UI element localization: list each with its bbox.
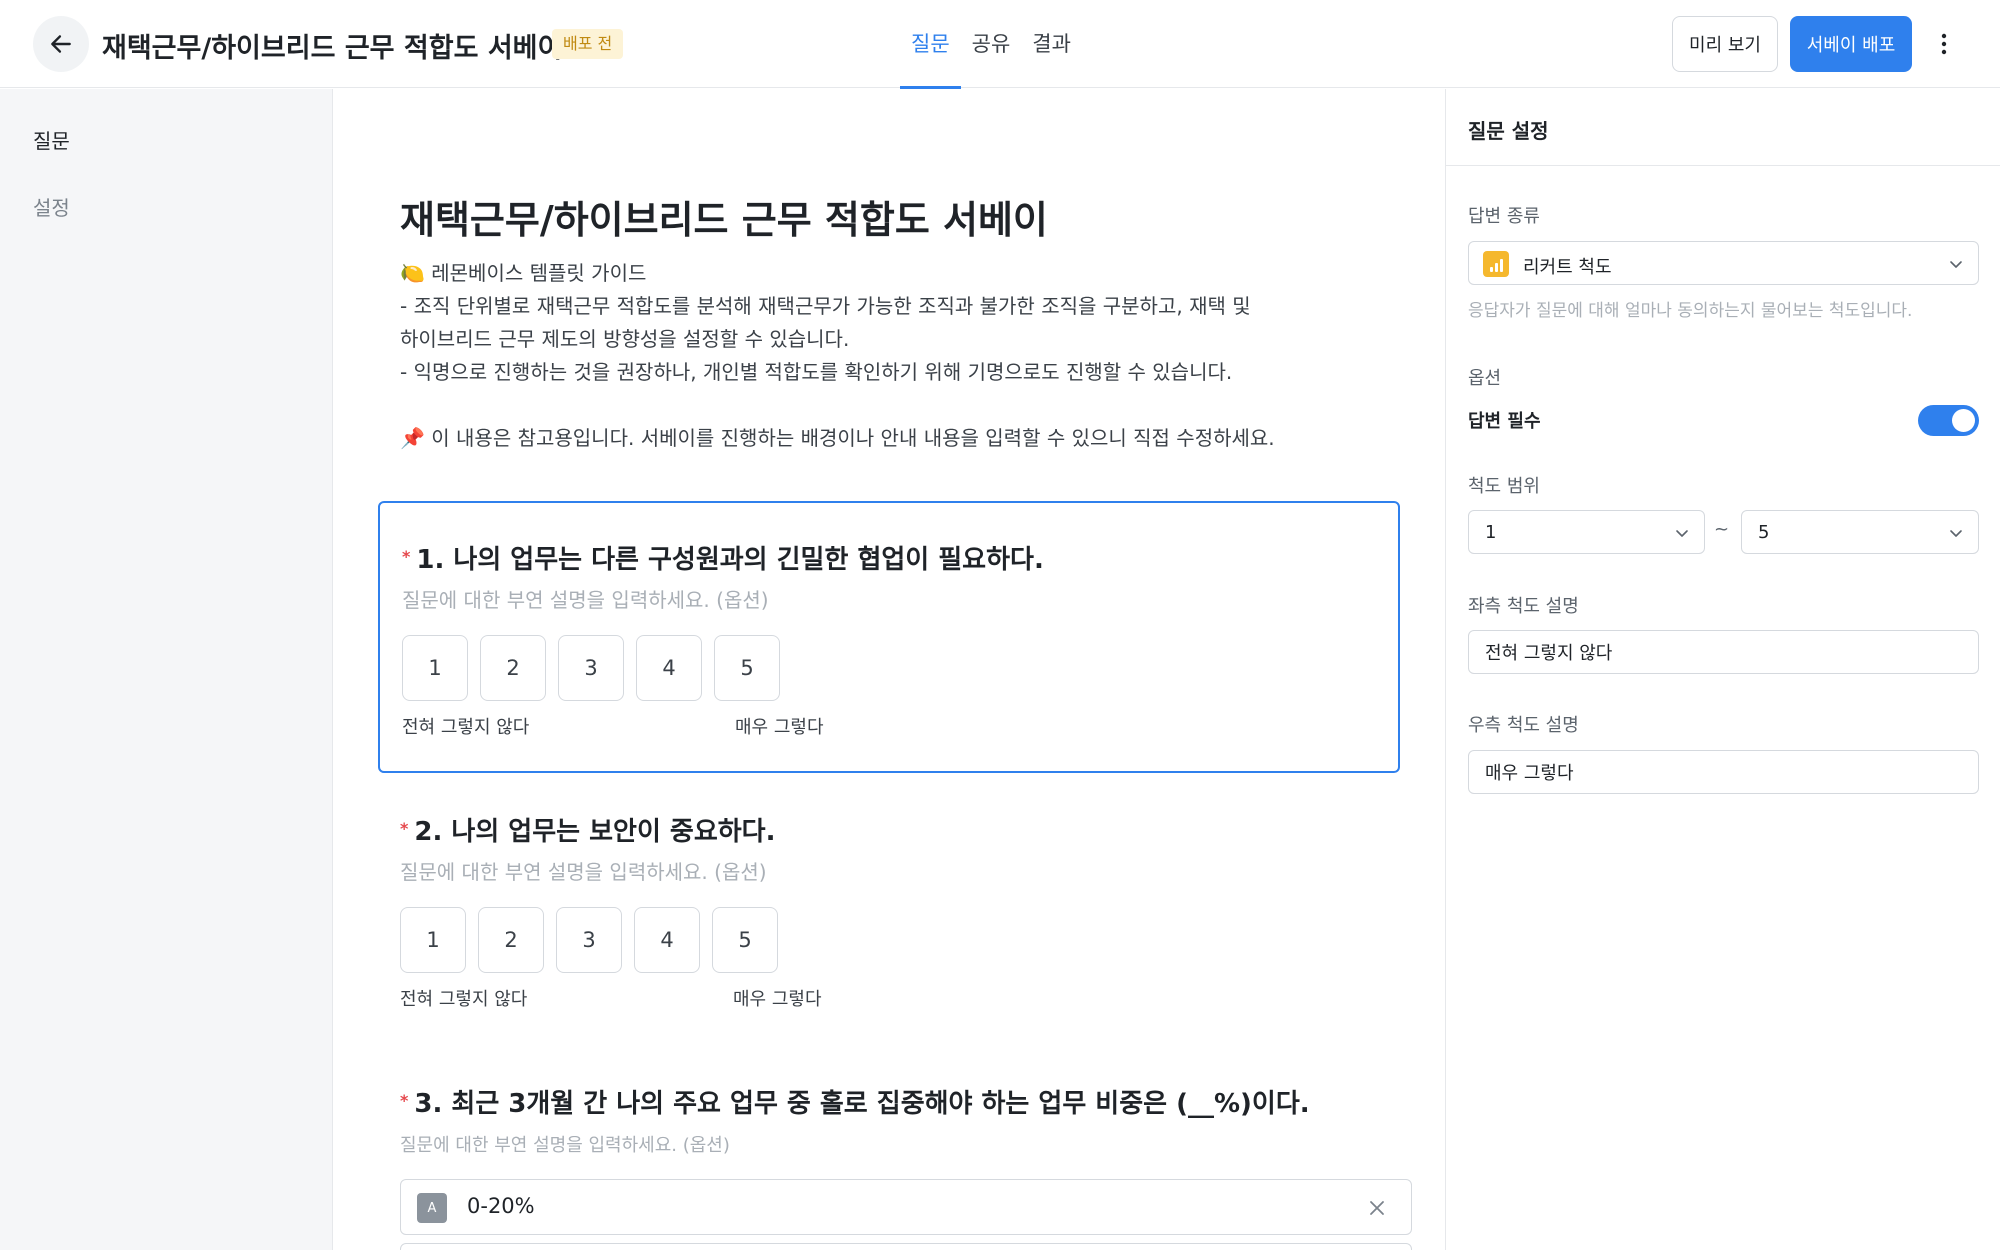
close-icon — [1370, 1201, 1384, 1215]
likert-scale: 1 2 3 4 5 — [402, 635, 780, 701]
main-tabs: 질문 공유 결과 — [900, 0, 1082, 89]
required-mark: * — [400, 819, 409, 838]
range-separator: ~ — [1714, 519, 1730, 540]
tab-share[interactable]: 공유 — [961, 0, 1022, 88]
scale-left-label: 전혀 그렇지 않다 — [400, 989, 528, 1010]
scale-option[interactable]: 3 — [558, 635, 624, 701]
scale-option[interactable]: 5 — [712, 907, 778, 973]
sidebar-item-settings[interactable]: 설정 — [33, 192, 70, 221]
answer-type-select[interactable]: 리커트 척도 — [1468, 241, 1979, 285]
left-sidebar: 질문 설정 — [0, 89, 333, 1250]
question-title[interactable]: * 3. 최근 3개월 간 나의 주요 업무 중 홀로 집중해야 하는 업무 비중… — [400, 1083, 1310, 1120]
scale-min-select[interactable]: 1 — [1468, 510, 1705, 554]
description-line: 🍋 레몬베이스 템플릿 가이드 — [400, 261, 647, 285]
right-scale-desc-label: 우측 척도 설명 — [1468, 715, 1579, 736]
scale-right-label: 매우 그렇다 — [735, 717, 824, 738]
scale-option[interactable]: 4 — [636, 635, 702, 701]
answer-type-value: 리커트 척도 — [1523, 257, 1612, 278]
back-button[interactable] — [33, 16, 89, 72]
answer-type-hint: 응답자가 질문에 대해 얼마나 동의하는지 물어보는 척도입니다. — [1468, 301, 1913, 321]
chevron-down-icon — [1950, 530, 1962, 537]
question-card-1[interactable]: * 1. 나의 업무는 다른 구성원과의 긴밀한 협업이 필요하다. 질문에 대한… — [378, 501, 1400, 773]
document-title: 재택근무/하이브리드 근무 적합도 서베이 — [102, 33, 563, 64]
question-title-text: 2. 나의 업무는 보안이 중요하다. — [414, 817, 776, 847]
scale-option[interactable]: 3 — [556, 907, 622, 973]
question-description-input[interactable]: 질문에 대한 부연 설명을 입력하세요. (옵션) — [400, 856, 767, 885]
left-scale-desc-label: 좌측 척도 설명 — [1468, 596, 1579, 617]
options-label: 옵션 — [1468, 368, 1502, 389]
scale-option[interactable]: 5 — [714, 635, 780, 701]
likert-scale: 1 2 3 4 5 — [400, 907, 778, 973]
description-spacer — [400, 389, 1340, 422]
preview-button[interactable]: 미리 보기 — [1672, 16, 1778, 72]
scale-option[interactable]: 2 — [480, 635, 546, 701]
tab-results[interactable]: 결과 — [1021, 0, 1082, 88]
right-scale-desc-input[interactable] — [1468, 750, 1979, 794]
question-title[interactable]: * 1. 나의 업무는 다른 구성원과의 긴밀한 협업이 필요하다. — [402, 539, 1044, 576]
description-line: 하이브리드 근무 제도의 방향성을 설정할 수 있습니다. — [400, 327, 850, 351]
description-line: - 익명으로 진행하는 것을 권장하나, 개인별 적합도를 확인하기 위해 기명… — [400, 360, 1233, 384]
survey-editor: 재택근무/하이브리드 근무 적합도 서베이 🍋 레몬베이스 템플릿 가이드 - … — [333, 89, 1445, 1250]
scale-range-label: 척도 범위 — [1468, 476, 1540, 497]
scale-max-select[interactable]: 5 — [1741, 510, 1979, 554]
more-options-button[interactable] — [1930, 24, 1958, 64]
required-mark: * — [402, 547, 411, 566]
bar-chart-icon — [1483, 251, 1509, 277]
status-badge: 배포 전 — [552, 29, 624, 59]
panel-title: 질문 설정 — [1468, 119, 1549, 143]
sidebar-item-questions[interactable]: 질문 — [33, 125, 70, 154]
question-title-text: 1. 나의 업무는 다른 구성원과의 긴밀한 협업이 필요하다. — [416, 545, 1044, 575]
scale-min-value: 1 — [1485, 522, 1497, 543]
answer-type-label: 답변 종류 — [1468, 206, 1540, 227]
scale-option[interactable]: 1 — [400, 907, 466, 973]
choice-option[interactable] — [400, 1243, 1412, 1250]
question-card-2[interactable]: * 2. 나의 업무는 보안이 중요하다. 질문에 대한 부연 설명을 입력하세요… — [378, 773, 1400, 1045]
chevron-down-icon — [1676, 530, 1688, 537]
publish-survey-button[interactable]: 서베이 배포 — [1790, 16, 1912, 72]
description-line: 📌 이 내용은 참고용입니다. 서베이를 진행하는 배경이나 안내 내용을 입력… — [400, 426, 1275, 450]
question-title-text: 3. 최근 3개월 간 나의 주요 업무 중 홀로 집중해야 하는 업무 비중은… — [414, 1089, 1310, 1119]
top-header: 재택근무/하이브리드 근무 적합도 서베이 배포 전 질문 공유 결과 미리 보… — [0, 0, 2000, 89]
choice-option[interactable]: A 0-20% — [400, 1179, 1412, 1235]
choice-text[interactable]: 0-20% — [467, 1194, 535, 1218]
panel-divider — [1446, 165, 2000, 166]
question-title[interactable]: * 2. 나의 업무는 보안이 중요하다. — [400, 811, 775, 848]
question-settings-panel: 질문 설정 답변 종류 리커트 척도 응답자가 질문에 대해 얼마나 동의하는지… — [1445, 89, 2000, 1250]
left-scale-desc-input[interactable] — [1468, 630, 1979, 674]
required-answer-label: 답변 필수 — [1468, 411, 1541, 432]
survey-title[interactable]: 재택근무/하이브리드 근무 적합도 서베이 — [400, 189, 1048, 244]
required-mark: * — [400, 1091, 409, 1110]
scale-max-value: 5 — [1758, 522, 1770, 543]
required-answer-toggle[interactable] — [1918, 405, 1979, 436]
arrow-left-icon — [51, 35, 71, 53]
scale-option[interactable]: 1 — [402, 635, 468, 701]
scale-option[interactable]: 4 — [634, 907, 700, 973]
survey-description[interactable]: 🍋 레몬베이스 템플릿 가이드 - 조직 단위별로 재택근무 적합도를 분석해 … — [400, 257, 1340, 455]
scale-right-label: 매우 그렇다 — [733, 989, 822, 1010]
remove-choice-button[interactable] — [1365, 1196, 1389, 1220]
chevron-down-icon — [1950, 261, 1962, 268]
choice-letter-badge: A — [417, 1193, 447, 1223]
description-line: - 조직 단위별로 재택근무 적합도를 분석해 재택근무가 가능한 조직과 불가… — [400, 294, 1251, 318]
scale-left-label: 전혀 그렇지 않다 — [402, 717, 530, 738]
tab-questions[interactable]: 질문 — [900, 0, 961, 89]
question-description-input[interactable]: 질문에 대한 부연 설명을 입력하세요. (옵션) — [400, 1131, 730, 1157]
scale-option[interactable]: 2 — [478, 907, 544, 973]
more-vertical-icon — [1941, 33, 1947, 55]
question-description-input[interactable]: 질문에 대한 부연 설명을 입력하세요. (옵션) — [402, 584, 769, 613]
